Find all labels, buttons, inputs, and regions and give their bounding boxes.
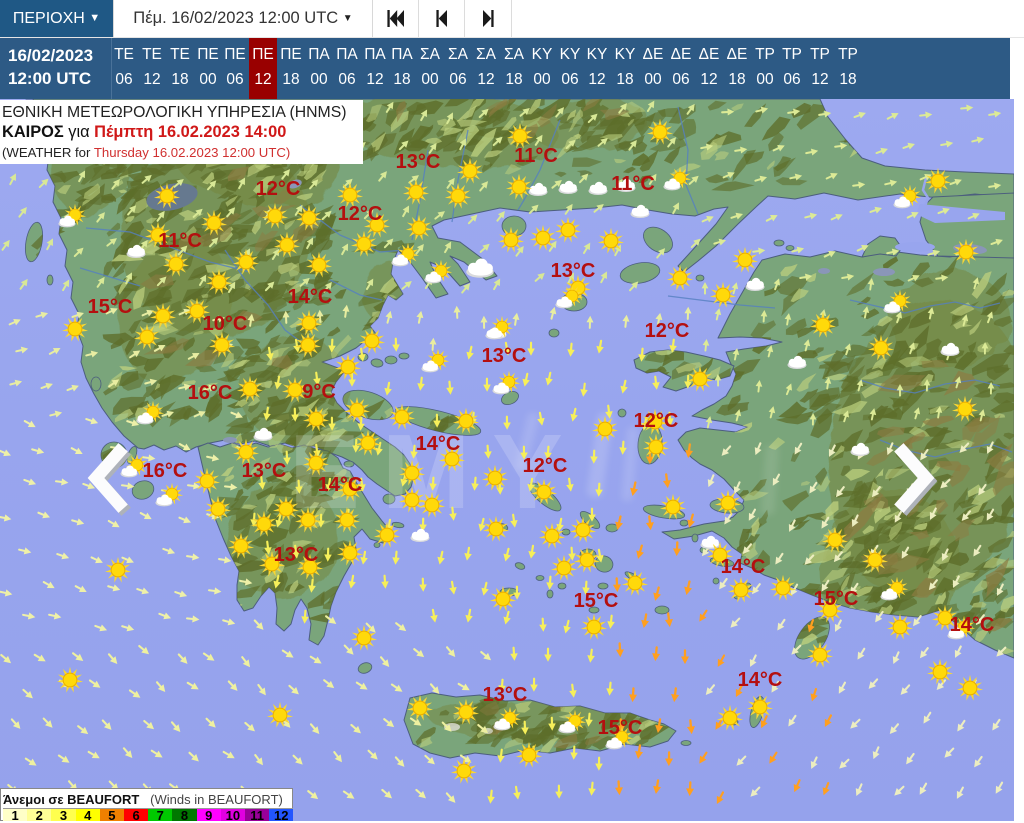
svg-text:11°C: 11°C bbox=[514, 145, 558, 167]
svg-text:15°C: 15°C bbox=[88, 296, 133, 318]
svg-text:15°C: 15°C bbox=[574, 590, 619, 612]
svg-text:14°C: 14°C bbox=[721, 556, 766, 578]
svg-text:14°C: 14°C bbox=[950, 614, 995, 636]
svg-text:14°C: 14°C bbox=[288, 286, 333, 308]
svg-text:9°C: 9°C bbox=[302, 381, 336, 403]
svg-text:16°C: 16°C bbox=[143, 460, 188, 482]
svg-text:13°C: 13°C bbox=[482, 345, 527, 367]
svg-text:13°C: 13°C bbox=[483, 684, 528, 706]
svg-text:14°C: 14°C bbox=[738, 669, 783, 691]
svg-text:14°C: 14°C bbox=[318, 474, 363, 496]
svg-text:15°C: 15°C bbox=[598, 717, 643, 739]
svg-text:12°C: 12°C bbox=[338, 203, 383, 225]
svg-text:11°C: 11°C bbox=[611, 173, 655, 195]
svg-text:12°C: 12°C bbox=[634, 410, 679, 432]
svg-text:16°C: 16°C bbox=[188, 382, 233, 404]
svg-text:15°C: 15°C bbox=[814, 588, 859, 610]
svg-text:12°C: 12°C bbox=[523, 455, 568, 477]
svg-text:13°C: 13°C bbox=[396, 151, 441, 173]
svg-text:12°C: 12°C bbox=[256, 178, 301, 200]
svg-text:13°C: 13°C bbox=[242, 460, 287, 482]
svg-text:13°C: 13°C bbox=[274, 544, 319, 566]
svg-text:14°C: 14°C bbox=[416, 433, 461, 455]
svg-text:11°C: 11°C bbox=[158, 230, 202, 252]
svg-text:13°C: 13°C bbox=[551, 260, 596, 282]
svg-text:12°C: 12°C bbox=[645, 320, 690, 342]
svg-text:10°C: 10°C bbox=[203, 313, 248, 335]
